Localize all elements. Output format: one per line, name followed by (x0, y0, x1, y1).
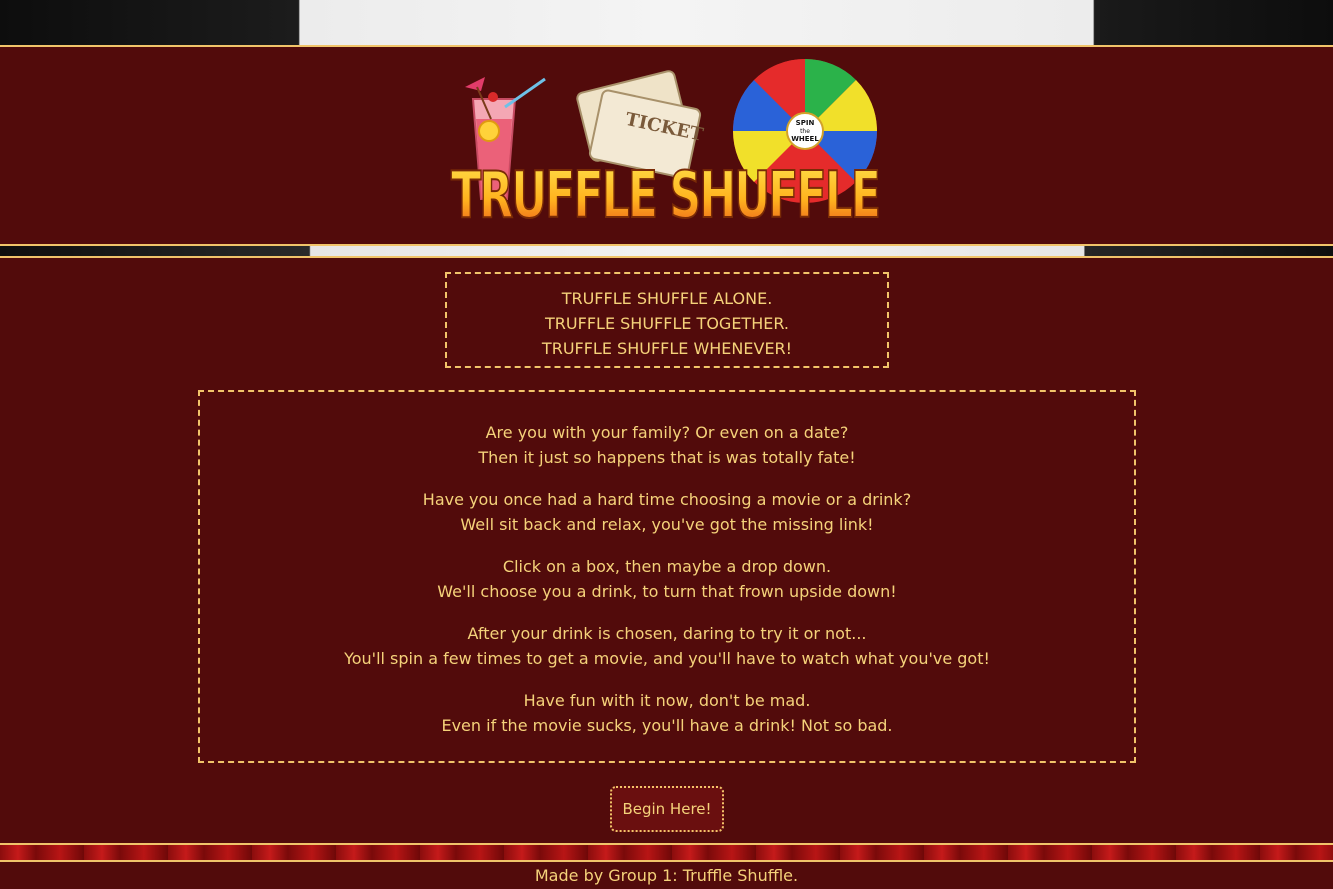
footer: Made by Group 1: Truffle Shuffle. (0, 862, 1333, 889)
svg-text:WHEEL: WHEEL (791, 135, 819, 143)
poem-line: Click on a box, then maybe a drop down. (502, 557, 832, 576)
poem-line: Have fun with it now, don't be mad. (523, 691, 811, 710)
theater-backdrop-top (0, 0, 1333, 46)
header-banner: TICKET SPIN the WHEEL TRUFFLE SHUFFLE (0, 45, 1333, 246)
begin-here-button[interactable]: Begin Here! (610, 786, 724, 832)
poem-stanza: Have you once had a hard time choosing a… (200, 487, 1134, 537)
theater-backdrop-middle (0, 246, 1333, 258)
poem-stanza: After your drink is chosen, daring to tr… (200, 621, 1134, 671)
svg-text:SPIN: SPIN (796, 119, 815, 127)
poem-line: Are you with your family? Or even on a d… (485, 423, 849, 442)
footer-credit: Made by Group 1: Truffle Shuffle. (534, 866, 799, 885)
intro-poem-box: Are you with your family? Or even on a d… (198, 390, 1136, 763)
svg-text:the: the (800, 128, 810, 135)
logo-title: TRUFFLE SHUFFLE (451, 159, 879, 231)
truffle-shuffle-logo: TICKET SPIN the WHEEL TRUFFLE SHUFFLE (450, 59, 883, 231)
tagline-line: TRUFFLE SHUFFLE WHENEVER! (541, 339, 793, 358)
tagline-line: TRUFFLE SHUFFLE ALONE. (561, 289, 773, 308)
poem-line: After your drink is chosen, daring to tr… (467, 624, 867, 643)
tagline-box: TRUFFLE SHUFFLE ALONE. TRUFFLE SHUFFLE T… (445, 272, 889, 368)
poem-stanza: Click on a box, then maybe a drop down. … (200, 554, 1134, 604)
poem-stanza: Have fun with it now, don't be mad. Even… (200, 688, 1134, 738)
poem-line: You'll spin a few times to get a movie, … (344, 649, 990, 668)
poem-line: Have you once had a hard time choosing a… (422, 490, 912, 509)
poem-line: Then it just so happens that is was tota… (478, 448, 856, 467)
poem-line: Well sit back and relax, you've got the … (460, 515, 874, 534)
poem-stanza: Are you with your family? Or even on a d… (200, 420, 1134, 470)
red-curtain-strip (0, 843, 1333, 862)
tagline-line: TRUFFLE SHUFFLE TOGETHER. (545, 314, 789, 333)
poem-line: We'll choose you a drink, to turn that f… (437, 582, 897, 601)
poem-line: Even if the movie sucks, you'll have a d… (441, 716, 893, 735)
